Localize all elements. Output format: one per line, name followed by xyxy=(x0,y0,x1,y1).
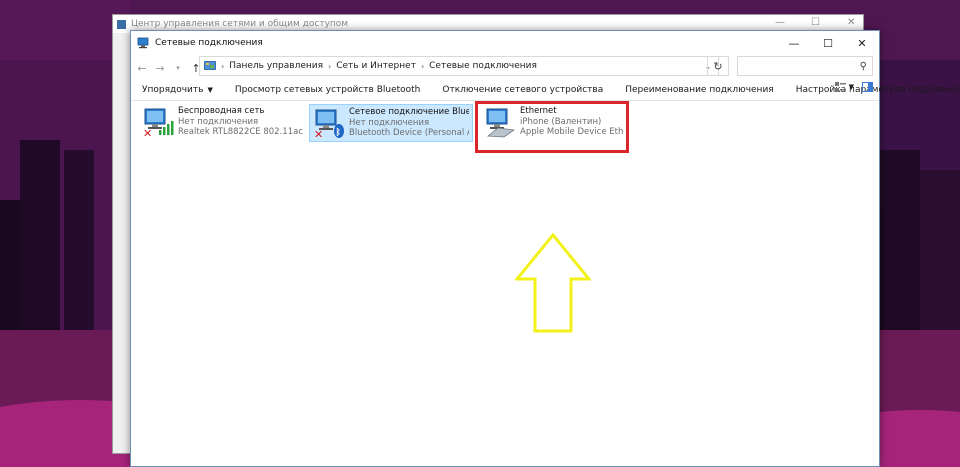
connection-name: Беспроводная сеть xyxy=(178,106,265,116)
close-icon: ✕ xyxy=(857,36,867,50)
close-icon[interactable]: ✕ xyxy=(847,17,855,28)
breadcrumb-control-panel[interactable]: Панель управления xyxy=(229,61,323,71)
close-button[interactable]: ✕ xyxy=(845,31,879,55)
disable-device-button[interactable]: Отключение сетевого устройства xyxy=(431,85,614,95)
background-window-title: Центр управления сетями и общим доступом xyxy=(131,19,349,29)
control-panel-icon xyxy=(204,60,216,70)
breadcrumb-separator[interactable]: › xyxy=(221,62,224,71)
arrow-up-annotation-icon xyxy=(515,233,591,333)
refresh-button[interactable]: ↻ xyxy=(707,56,729,76)
rename-connection-button[interactable]: Переименование подключения xyxy=(614,85,784,95)
search-icon: ⚲ xyxy=(859,60,867,72)
network-connections-window: Сетевые подключения — ☐ ✕ ← → ▾ ↑ › Пане… xyxy=(130,30,960,467)
minimize-button[interactable]: — xyxy=(777,31,811,55)
svg-text:✕: ✕ xyxy=(143,127,152,138)
connection-item-wireless[interactable]: ✕ Беспроводная сеть Нет подключения Real… xyxy=(139,104,309,142)
search-box[interactable]: ⚲ xyxy=(737,56,873,76)
connection-name: Сетевое подключение Bluetooth xyxy=(349,107,469,117)
chevron-down-icon: ▼ xyxy=(848,83,854,91)
ethernet-highlight-frame xyxy=(475,101,629,153)
minimize-icon: — xyxy=(788,36,800,50)
connection-item-bluetooth[interactable]: ᛒ ✕ Сетевое подключение Bluetooth Нет по… xyxy=(309,104,473,142)
breadcrumb-separator[interactable]: › xyxy=(421,62,424,71)
window-titlebar[interactable]: Сетевые подключения — ☐ ✕ xyxy=(131,31,879,55)
back-button[interactable]: ← xyxy=(135,62,149,75)
arrow-left-icon: ← xyxy=(137,61,147,75)
svg-text:✕: ✕ xyxy=(314,128,323,139)
maximize-icon[interactable]: ☐ xyxy=(811,17,820,28)
connection-device: Bluetooth Device (Personal Area ... xyxy=(349,128,469,138)
command-bar: Упорядочить ▼ Просмотр сетевых устройств … xyxy=(131,79,960,101)
connection-device: Realtek RTL8822CE 802.11ac PCIe ... xyxy=(178,127,306,137)
search-input[interactable] xyxy=(740,59,850,73)
breadcrumb-network-connections[interactable]: Сетевые подключения xyxy=(429,61,537,71)
connections-list: ✕ Беспроводная сеть Нет подключения Real… xyxy=(131,101,879,466)
network-connections-icon xyxy=(137,37,149,49)
maximize-button[interactable]: ☐ xyxy=(811,31,845,55)
recent-locations-button[interactable]: ▾ xyxy=(171,64,185,72)
minimize-icon[interactable]: — xyxy=(775,17,785,28)
connection-status: Нет подключения xyxy=(178,116,259,127)
chevron-down-icon: ▾ xyxy=(176,64,180,72)
preview-pane-button[interactable] xyxy=(862,82,873,92)
address-bar[interactable]: › Панель управления › Сеть и Интернет › … xyxy=(199,56,719,76)
svg-text:ᛒ: ᛒ xyxy=(336,127,341,138)
window-title: Сетевые подключения xyxy=(155,38,263,48)
organize-label: Упорядочить xyxy=(142,84,204,95)
forward-button[interactable]: → xyxy=(153,62,167,75)
view-options-icon xyxy=(834,82,846,92)
maximize-icon: ☐ xyxy=(823,36,833,50)
refresh-icon: ↻ xyxy=(713,59,723,73)
breadcrumb-separator[interactable]: › xyxy=(328,62,331,71)
network-center-icon xyxy=(117,19,126,29)
change-view-button[interactable]: ▼ xyxy=(834,82,854,92)
view-bluetooth-devices-button[interactable]: Просмотр сетевых устройств Bluetooth xyxy=(224,85,432,95)
chevron-down-icon: ▼ xyxy=(207,85,213,94)
organize-button[interactable]: Упорядочить ▼ xyxy=(131,85,224,95)
connection-status: Нет подключения xyxy=(349,117,430,128)
bluetooth-adapter-icon: ᛒ ✕ xyxy=(314,109,344,139)
wifi-adapter-icon: ✕ xyxy=(143,108,174,138)
breadcrumb-network-internet[interactable]: Сеть и Интернет xyxy=(336,61,416,71)
arrow-right-icon: → xyxy=(155,61,165,75)
